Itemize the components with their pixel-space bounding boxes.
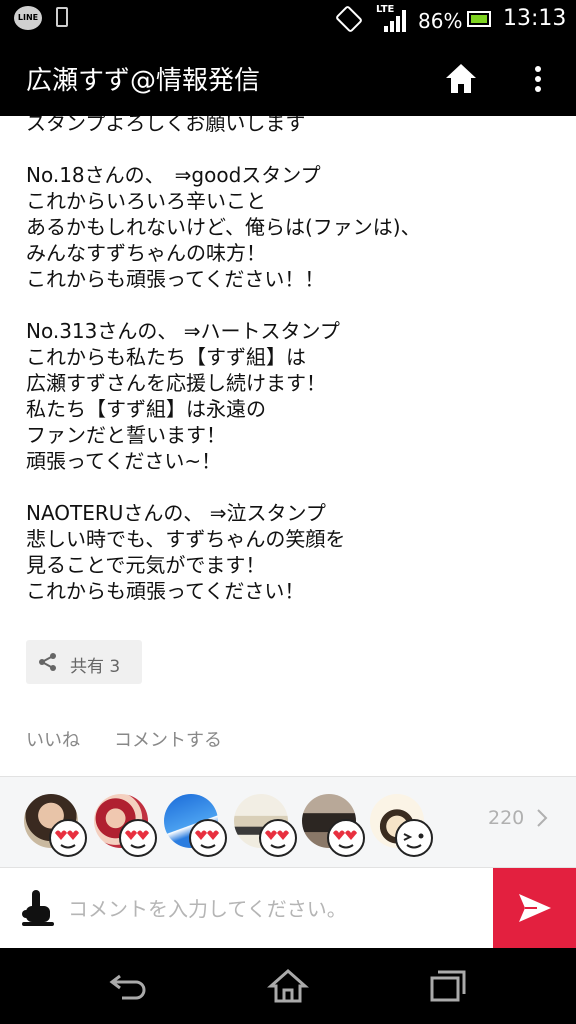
rotate-icon [334, 4, 364, 34]
like-button[interactable]: いいね [26, 726, 80, 752]
comment-input[interactable] [66, 886, 490, 932]
status-bar: LINE LTE 86% 13:13 [0, 0, 576, 40]
home-icon [446, 64, 476, 93]
battery-percent: 86% [418, 9, 463, 33]
reactor-avatar[interactable] [94, 794, 157, 857]
heart-eyes-icon [119, 819, 157, 857]
post-line: ファンだと誓います！ [26, 423, 226, 447]
recent-apps-icon[interactable] [426, 968, 470, 1004]
heart-eyes-icon [259, 819, 297, 857]
post-line: これからも頑張ってください！ [26, 579, 305, 603]
wink-face-icon [395, 819, 433, 857]
heart-eyes-icon [327, 819, 365, 857]
post-content: スタンプよろしくお願いします No.18さんの、 ⇒goodスタンプ これからい… [0, 116, 576, 776]
reactions-row[interactable]: 220 [0, 776, 576, 868]
post-line: 頑張ってください~！ [26, 449, 222, 473]
post-line: NAOTERUさんの、 ⇒泣スタンプ [26, 501, 326, 525]
home-button[interactable] [444, 62, 478, 96]
post-line: 広瀬すずさんを応援し続けます！ [26, 371, 326, 395]
post-line: スタンプよろしくお願いします [26, 116, 306, 135]
sticker-icon[interactable] [20, 888, 56, 928]
post-line: これからいろいろ辛いこと [26, 189, 266, 213]
signal-icon [384, 10, 408, 32]
heart-eyes-icon [189, 819, 227, 857]
share-icon [39, 653, 56, 671]
line-notification-icon: LINE [14, 6, 42, 30]
app-bar: 広瀬すず@情報発信 [0, 40, 576, 116]
post-line: みんなすずちゃんの味方！ [26, 241, 266, 265]
post-line: これからも頑張ってください！！ [26, 267, 325, 291]
comment-bar [0, 868, 576, 948]
reactor-avatar[interactable] [370, 794, 433, 857]
back-icon[interactable] [106, 968, 150, 1004]
send-button[interactable] [493, 868, 576, 948]
post-line: No.313さんの、 ⇒ハートスタンプ [26, 319, 340, 343]
post-body: スタンプよろしくお願いします No.18さんの、 ⇒goodスタンプ これからい… [26, 116, 556, 604]
share-button[interactable]: 共有 3 [26, 640, 142, 684]
share-label: 共有 3 [70, 657, 121, 677]
reactor-avatar[interactable] [164, 794, 227, 857]
system-nav-bar [0, 948, 576, 1024]
post-line: これからも私たち【すず組】は [26, 345, 306, 369]
reactor-avatar[interactable] [234, 794, 297, 857]
more-options-button[interactable] [526, 62, 550, 96]
heart-eyes-icon [49, 819, 87, 857]
post-line: 見ることで元気がでます！ [26, 553, 266, 577]
post-line: 私たち【すず組】は永遠の [26, 397, 266, 421]
comment-button[interactable]: コメントする [114, 726, 222, 752]
more-vert-icon [535, 66, 541, 72]
battery-icon [467, 11, 491, 27]
phone-icon [56, 7, 68, 27]
post-line: No.18さんの、 ⇒goodスタンプ [26, 163, 321, 187]
reactor-avatar[interactable] [302, 794, 365, 857]
page-title: 広瀬すず@情報発信 [26, 66, 261, 96]
reactor-avatar[interactable] [24, 794, 87, 857]
post-line: あるかもしれないけど、俺らは(ファンは)、 [26, 215, 421, 239]
chevron-right-icon[interactable] [536, 808, 548, 828]
post-line: 悲しい時でも、すずちゃんの笑顔を [26, 527, 346, 551]
clock: 13:13 [503, 6, 567, 31]
reaction-count[interactable]: 220 [488, 807, 524, 829]
send-icon [519, 894, 551, 922]
home-nav-icon[interactable] [266, 968, 310, 1004]
